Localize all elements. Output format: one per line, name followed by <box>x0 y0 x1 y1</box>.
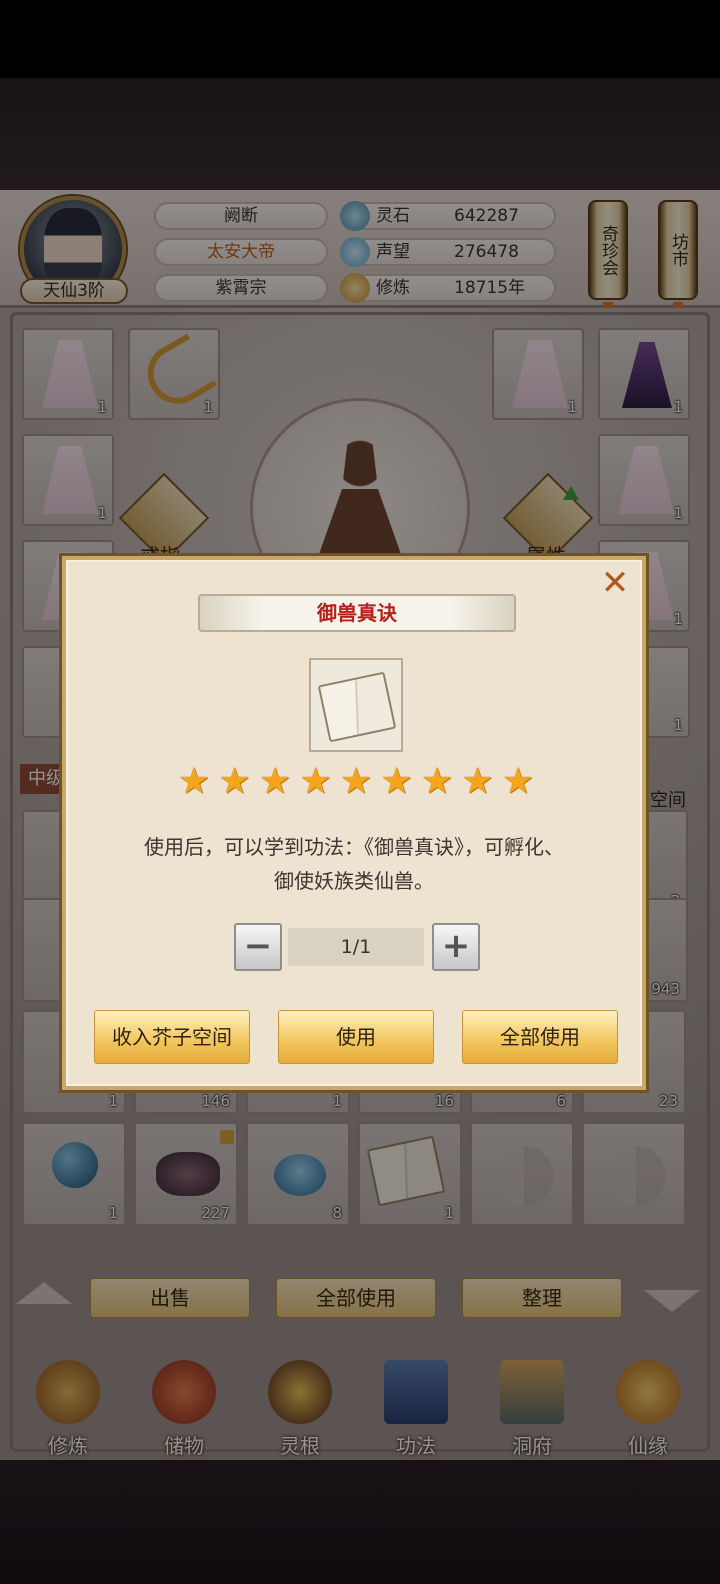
star-icon: ★ <box>258 761 292 802</box>
star-icon: ★ <box>177 761 211 802</box>
increase-button[interactable]: + <box>432 923 480 971</box>
item-icon-box <box>309 658 403 752</box>
star-icon: ★ <box>339 761 373 802</box>
store-to-space-button[interactable]: 收入芥子空间 <box>94 1010 250 1064</box>
description-line: 御使妖族类仙兽。 <box>274 869 434 893</box>
star-icon: ★ <box>461 761 494 802</box>
decrease-button[interactable]: − <box>234 923 282 971</box>
description-line: 使用后，可以学到功法：《御兽真诀》，可孵化、 <box>144 835 564 859</box>
close-icon[interactable]: ✕ <box>598 566 632 600</box>
star-icon: ★ <box>420 761 454 802</box>
book-icon <box>317 671 397 743</box>
star-icon: ★ <box>501 761 535 802</box>
star-icon: ★ <box>380 761 413 802</box>
use-button[interactable]: 使用 <box>278 1010 434 1064</box>
star-icon: ★ <box>218 761 251 802</box>
dialog-title: 御兽真诀 <box>317 601 397 625</box>
star-rating: ★ ★ ★ ★ ★ ★ ★ ★ ★ <box>176 764 536 804</box>
item-description: 使用后，可以学到功法：《御兽真诀》，可孵化、 御使妖族类仙兽。 <box>90 830 618 898</box>
star-icon: ★ <box>299 761 332 802</box>
use-all-button[interactable]: 全部使用 <box>462 1010 618 1064</box>
dialog-title-bar: 御兽真诀 <box>198 594 516 632</box>
quantity-field[interactable]: 1/1 <box>288 928 424 966</box>
